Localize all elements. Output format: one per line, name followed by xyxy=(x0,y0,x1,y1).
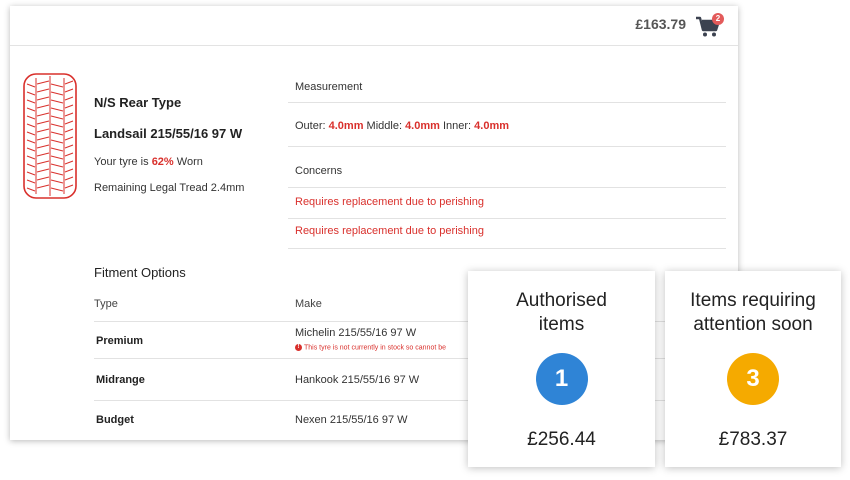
tread-mark xyxy=(50,115,64,120)
tread-mark xyxy=(26,147,36,152)
tread-mark xyxy=(64,112,74,117)
concern-item: Requires replacement due to perishing xyxy=(295,196,484,208)
tread-mark xyxy=(26,171,36,176)
tread-mark xyxy=(64,128,74,133)
tread-mark xyxy=(50,131,64,136)
tread-mark xyxy=(36,104,50,109)
tread-mark xyxy=(50,139,64,144)
divider xyxy=(288,187,726,188)
tread-mark xyxy=(50,179,64,184)
tread-mark xyxy=(50,83,64,88)
top-bar: £163.79 2 xyxy=(10,6,738,46)
tread-mark xyxy=(64,184,74,189)
legal-tread-text: Remaining Legal Tread 2.4mm xyxy=(94,182,245,194)
tread-mark xyxy=(64,104,74,109)
tread-mark xyxy=(64,120,74,125)
authorised-items-card[interactable]: Authorised items 1 £256.44 xyxy=(468,271,655,467)
tyre-worn-text: Your tyre is 62% Worn xyxy=(94,156,203,168)
tread-mark xyxy=(50,171,64,176)
column-header-type: Type xyxy=(94,298,118,310)
warning-icon: ! xyxy=(295,344,302,351)
card-amount: £256.44 xyxy=(527,429,596,450)
attention-soon-card[interactable]: Items requiring attention soon 3 £783.37 xyxy=(665,271,841,467)
tread-mark xyxy=(64,152,74,157)
worn-percent: 62% xyxy=(151,156,174,168)
tyre-tread-icon xyxy=(23,73,77,199)
tread-mark xyxy=(36,168,50,173)
tread-mark xyxy=(36,176,50,181)
tread-mark xyxy=(50,123,64,128)
divider xyxy=(288,102,726,103)
tread-mark xyxy=(26,83,36,88)
fitment-make-midrange[interactable]: Hankook 215/55/16 97 W xyxy=(295,374,419,386)
tread-mark xyxy=(26,179,36,184)
tread-mark xyxy=(26,107,36,112)
card-count-circle: 3 xyxy=(727,353,779,405)
tyre-position-title: N/S Rear Type xyxy=(94,95,182,110)
divider xyxy=(288,248,726,249)
tyre-name: Landsail 215/55/16 97 W xyxy=(94,126,243,141)
tread-mark xyxy=(36,144,50,149)
tread-mark xyxy=(64,144,74,149)
tread-mark xyxy=(36,128,50,133)
tread-mark xyxy=(50,99,64,104)
tread-mark xyxy=(26,123,36,128)
tread-mark xyxy=(50,155,64,160)
tread-mark xyxy=(26,91,36,96)
fitment-type-budget: Budget xyxy=(96,414,134,426)
tread-mark xyxy=(36,184,50,189)
tread-mark xyxy=(50,107,64,112)
tread-mark xyxy=(26,163,36,168)
tread-mark xyxy=(36,80,50,85)
tread-mark xyxy=(64,88,74,93)
column-header-make: Make xyxy=(295,298,322,310)
fitment-make-budget[interactable]: Nexen 215/55/16 97 W xyxy=(295,414,408,426)
tread-mark xyxy=(50,187,64,192)
tread-mark xyxy=(26,155,36,160)
divider xyxy=(288,218,726,219)
stock-warning: ! This tyre is not currently in stock so … xyxy=(295,344,446,351)
card-amount: £783.37 xyxy=(718,429,788,450)
fitment-type-midrange: Midrange xyxy=(96,374,145,386)
tread-mark xyxy=(64,96,74,101)
tread-mark xyxy=(26,187,36,192)
fitment-make-premium[interactable]: Michelin 215/55/16 97 W xyxy=(295,327,416,339)
tread-mark xyxy=(64,80,74,85)
card-count-circle: 1 xyxy=(535,353,588,405)
fitment-type-premium: Premium xyxy=(96,335,144,347)
measurement-label: Measurement xyxy=(295,81,363,93)
tread-mark xyxy=(64,160,74,165)
tread-mark xyxy=(36,120,50,125)
fitment-options-title: Fitment Options xyxy=(94,265,186,280)
cart-count-badge: 2 xyxy=(712,13,724,25)
concern-item: Requires replacement due to perishing xyxy=(295,225,484,237)
divider xyxy=(288,146,726,147)
tread-mark xyxy=(36,136,50,141)
tread-mark xyxy=(26,131,36,136)
tread-mark xyxy=(36,160,50,165)
tread-mark xyxy=(50,163,64,168)
tread-mark xyxy=(26,115,36,120)
tread-mark xyxy=(64,168,74,173)
tread-mark xyxy=(50,91,64,96)
basket-total: £163.79 xyxy=(635,16,686,32)
tread-mark xyxy=(26,139,36,144)
concerns-label: Concerns xyxy=(295,165,343,177)
card-title: Items requiring attention soon xyxy=(690,290,816,335)
tread-mark xyxy=(36,88,50,93)
card-title: Authorised items xyxy=(516,290,607,335)
tread-mark xyxy=(26,99,36,104)
measurement-values: Outer: 4.0mm Middle: 4.0mm Inner: 4.0mm xyxy=(295,120,510,132)
tread-mark xyxy=(36,96,50,101)
tread-mark xyxy=(50,147,64,152)
tread-mark xyxy=(64,176,74,181)
tread-mark xyxy=(36,152,50,157)
tread-mark xyxy=(36,112,50,117)
tread-mark xyxy=(64,136,74,141)
